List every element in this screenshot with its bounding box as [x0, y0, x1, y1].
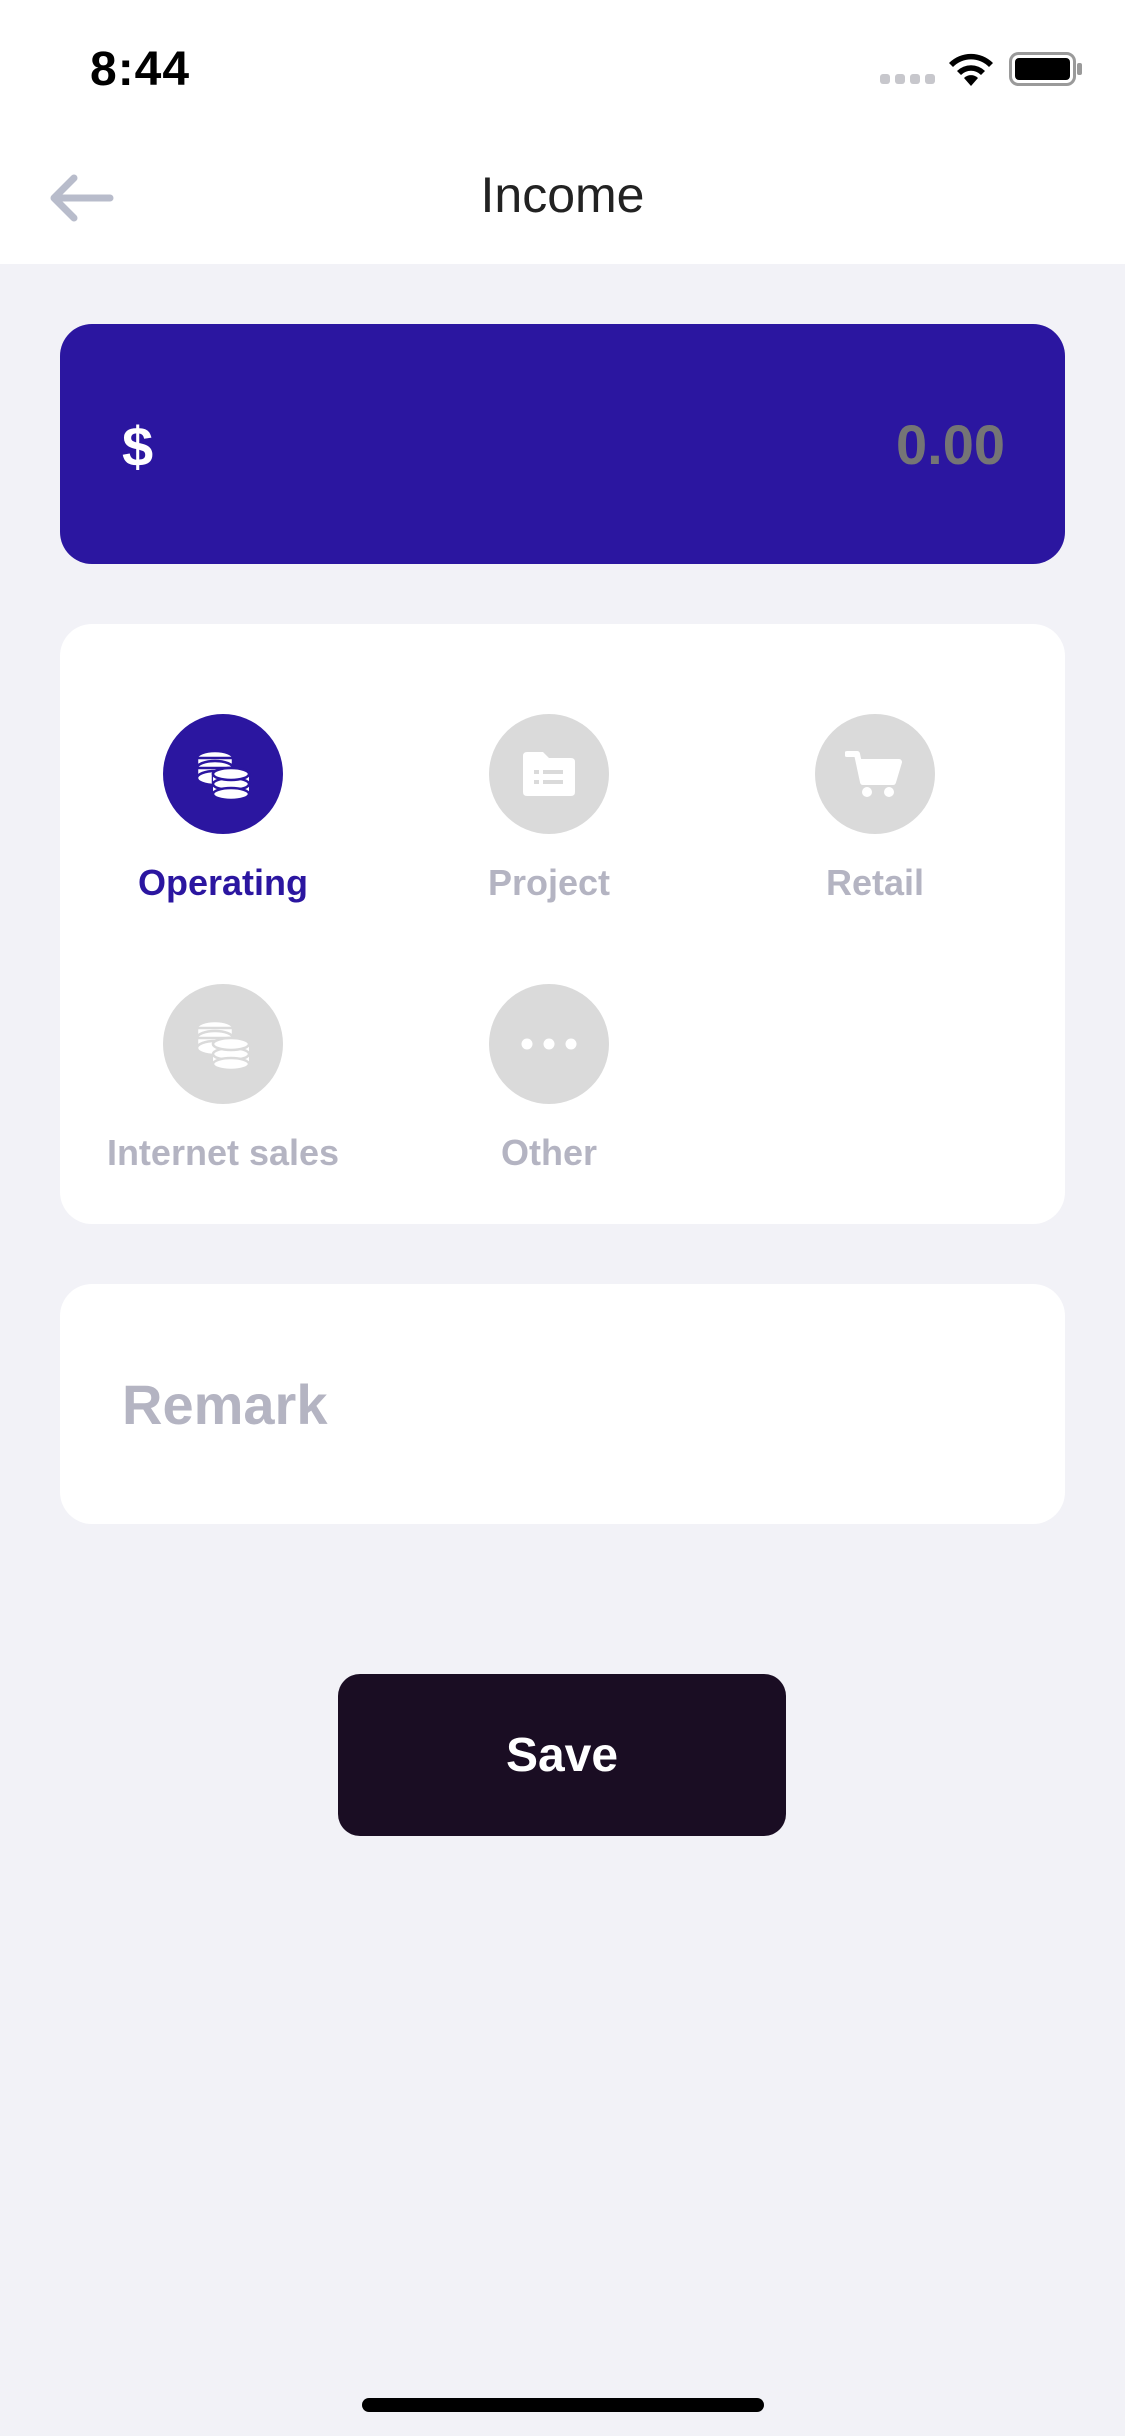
category-operating[interactable]: Operating: [60, 624, 386, 903]
save-button[interactable]: Save: [338, 1674, 786, 1836]
cellular-signal-icon: [880, 74, 936, 86]
category-icon-circle: [163, 984, 283, 1104]
currency-symbol: $: [122, 415, 154, 478]
category-label: Other: [500, 1132, 597, 1173]
category-label: Internet sales: [106, 1132, 340, 1173]
folder-list-icon: [523, 752, 575, 796]
category-icon-circle: [489, 984, 609, 1104]
category-icon-circle: [815, 714, 935, 834]
category-project[interactable]: Project: [386, 624, 712, 903]
category-retail[interactable]: Retail: [712, 624, 1038, 903]
status-time: 8:44: [90, 43, 191, 96]
amount-card: $: [60, 324, 1065, 564]
coins-stack-icon: [195, 1019, 251, 1070]
coins-stack-icon: [195, 749, 251, 800]
category-grid: Operating Project Retail Internet sales …: [60, 624, 1065, 1224]
wifi-icon: [949, 53, 993, 86]
page-title: Income: [480, 167, 645, 223]
header: 8:44 Income: [0, 0, 1125, 264]
remark-card: [60, 1284, 1065, 1524]
remark-input[interactable]: [122, 1368, 1002, 1440]
amount-input[interactable]: [405, 412, 1005, 477]
more-dots-icon: [521, 1038, 577, 1050]
category-internet-sales[interactable]: Internet sales: [60, 894, 386, 1173]
category-icon-circle: [489, 714, 609, 834]
category-label: Retail: [825, 862, 925, 903]
shopping-cart-icon: [845, 751, 902, 797]
category-icon-circle: [163, 714, 283, 834]
battery-icon: [1009, 52, 1082, 86]
income-screen: 8:44 Income $ 0.00 Operating Project Ret…: [0, 0, 1125, 2436]
category-other[interactable]: Other: [386, 894, 712, 1173]
home-indicator: [362, 2398, 764, 2412]
